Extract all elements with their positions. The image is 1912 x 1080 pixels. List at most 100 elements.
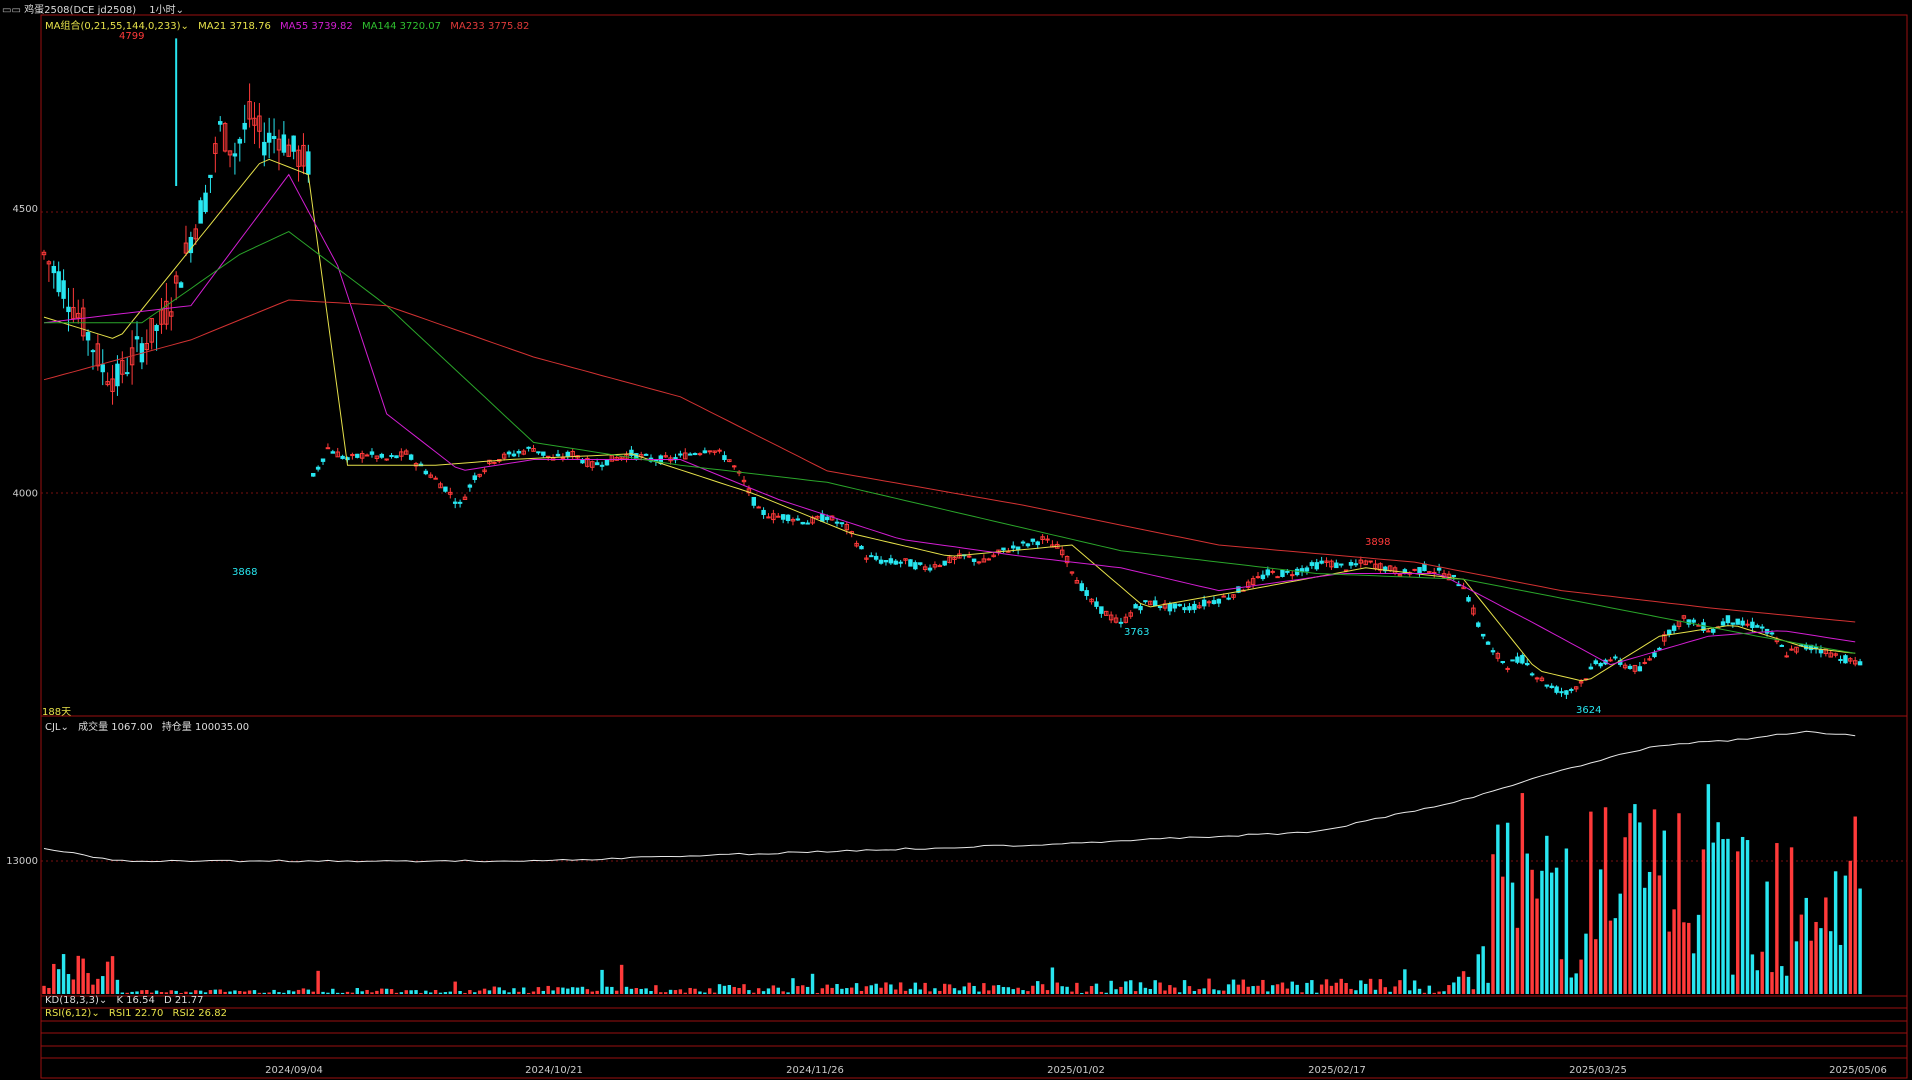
volume-bar bbox=[1554, 867, 1559, 994]
volume-bar bbox=[1290, 981, 1294, 994]
volume-bar bbox=[1173, 987, 1177, 994]
candle bbox=[291, 135, 296, 160]
volume-bar bbox=[1315, 992, 1319, 994]
candle bbox=[1554, 685, 1559, 695]
candle bbox=[712, 450, 717, 456]
candle bbox=[340, 454, 345, 460]
candlestick-chart[interactable]: 4500 4000 13000 2024/09/04 2024/10/21 2024/11… bbox=[0, 0, 1912, 1080]
volume-bar bbox=[766, 988, 771, 994]
volume-bar bbox=[1212, 989, 1216, 994]
volume-bar bbox=[86, 973, 90, 994]
volume-bar bbox=[913, 982, 918, 994]
volume-bar bbox=[1848, 860, 1853, 994]
volume-value: 成交量 1067.00 bbox=[78, 722, 153, 733]
volume-bar bbox=[698, 991, 702, 994]
volume-bar bbox=[169, 990, 173, 994]
candle bbox=[839, 522, 845, 528]
volume-bar bbox=[575, 987, 580, 994]
volume-bar bbox=[1447, 985, 1451, 994]
candle bbox=[859, 545, 864, 550]
candle bbox=[1123, 613, 1129, 624]
candle bbox=[1549, 683, 1554, 689]
candle bbox=[1020, 540, 1026, 547]
candle bbox=[1059, 546, 1065, 558]
candle bbox=[1848, 657, 1853, 664]
period-selector[interactable]: 1小时⌄ bbox=[149, 5, 184, 16]
volume-bar bbox=[360, 991, 364, 994]
volume-bar bbox=[1089, 986, 1094, 994]
volume-bar bbox=[1104, 992, 1108, 994]
candle bbox=[433, 475, 438, 480]
cjl-selector[interactable]: CJL⌄ bbox=[45, 722, 69, 733]
volume-bar bbox=[1750, 954, 1755, 994]
candle bbox=[237, 136, 243, 162]
candle bbox=[404, 448, 409, 455]
candle bbox=[1378, 562, 1383, 574]
volume-bar bbox=[394, 992, 399, 994]
volume-bar bbox=[967, 982, 971, 994]
candle bbox=[61, 269, 66, 309]
candle bbox=[1045, 535, 1050, 544]
candle bbox=[971, 558, 977, 566]
volume-bar bbox=[683, 992, 687, 994]
candle bbox=[80, 298, 86, 341]
candle bbox=[1319, 556, 1324, 565]
volume-bar bbox=[47, 987, 51, 994]
window-icon[interactable]: ▭▭ bbox=[2, 5, 21, 16]
candle bbox=[609, 455, 615, 462]
ma-group-selector[interactable]: MA组合(0,21,55,144,0,233)⌄ bbox=[45, 21, 189, 32]
volume-bar bbox=[463, 992, 467, 994]
volume-bar bbox=[654, 985, 658, 994]
volume-bar bbox=[66, 974, 71, 994]
candle bbox=[1368, 560, 1373, 564]
volume-bar bbox=[1177, 992, 1182, 994]
candle bbox=[590, 460, 595, 471]
kd-selector[interactable]: KD(18,3,3)⌄ bbox=[45, 995, 107, 1006]
volume-bar bbox=[1858, 888, 1862, 994]
volume-bar bbox=[223, 991, 227, 994]
volume-bar bbox=[1060, 986, 1064, 994]
volume-bar bbox=[629, 988, 634, 994]
candle bbox=[462, 494, 468, 500]
candle bbox=[76, 299, 81, 324]
candle bbox=[1505, 666, 1510, 673]
candle bbox=[820, 510, 825, 522]
volume-bar bbox=[830, 987, 834, 994]
volume-bar bbox=[688, 987, 692, 994]
rsi-selector[interactable]: RSI(6,12)⌄ bbox=[45, 1008, 100, 1019]
candle bbox=[932, 561, 938, 570]
ma-group-label: MA组合(0,21,55,144,0,233) bbox=[45, 21, 181, 32]
volume-bar bbox=[52, 963, 56, 994]
candle bbox=[320, 458, 326, 465]
candle bbox=[51, 260, 57, 289]
candle bbox=[981, 554, 987, 563]
volume-bar bbox=[272, 989, 276, 994]
volume-bar bbox=[536, 987, 541, 994]
candle bbox=[1520, 653, 1525, 665]
volume-bar bbox=[1344, 982, 1348, 994]
volume-bar bbox=[335, 992, 340, 994]
volume-bar bbox=[1055, 982, 1060, 994]
volume-bar bbox=[1838, 944, 1843, 994]
volume-bar bbox=[717, 984, 722, 994]
candle bbox=[252, 102, 257, 145]
volume-bar bbox=[1329, 985, 1334, 994]
candle bbox=[565, 450, 570, 460]
candle bbox=[1133, 602, 1138, 609]
candle bbox=[125, 357, 130, 377]
volume-bar bbox=[566, 988, 570, 994]
volume-bar bbox=[1295, 984, 1299, 994]
candle bbox=[1564, 689, 1569, 700]
kd-k-value: K 16.54 bbox=[116, 995, 155, 1006]
volume-bar bbox=[1109, 980, 1113, 994]
volume-bar bbox=[1388, 991, 1392, 994]
volume-bar bbox=[918, 989, 922, 994]
candle bbox=[678, 450, 683, 458]
candle bbox=[898, 559, 903, 568]
candle bbox=[325, 443, 331, 450]
candle bbox=[467, 483, 473, 492]
candle bbox=[428, 472, 433, 479]
candle bbox=[1671, 623, 1677, 635]
candle bbox=[1094, 597, 1099, 610]
candle bbox=[1348, 559, 1354, 569]
